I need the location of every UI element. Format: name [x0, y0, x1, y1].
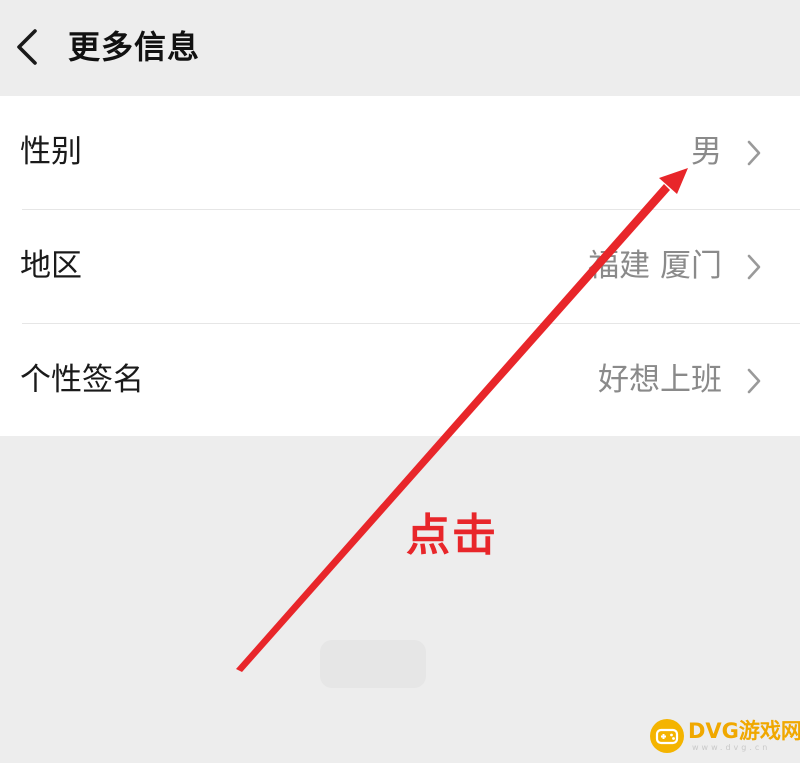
signature-value: 好想上班: [598, 362, 722, 398]
chevron-right-icon: [744, 138, 764, 168]
watermark-subtext: www.dvg.cn: [692, 743, 771, 752]
nav-bar: 更多信息: [0, 0, 800, 96]
region-row[interactable]: 地区 福建 厦门: [0, 210, 800, 323]
region-label: 地区: [20, 248, 82, 284]
page-title: 更多信息: [68, 28, 201, 66]
region-value: 福建 厦门: [588, 248, 722, 284]
back-button[interactable]: [8, 22, 52, 72]
gamepad-icon: [650, 719, 684, 753]
signature-label: 个性签名: [20, 362, 144, 398]
gender-label: 性别: [20, 134, 82, 170]
blurred-placeholder: [320, 640, 426, 688]
signature-row[interactable]: 个性签名 好想上班: [0, 324, 800, 437]
chevron-right-icon: [744, 252, 764, 282]
gender-value: 男: [691, 134, 722, 170]
gender-row[interactable]: 性别 男: [0, 96, 800, 209]
info-list: 性别 男 地区 福建 厦门 个性签名 好想上班: [0, 96, 800, 436]
site-watermark: DVG游戏网 www.dvg.cn: [648, 716, 800, 758]
annotation-label: 点击: [406, 510, 498, 561]
chevron-right-icon: [744, 366, 764, 396]
chevron-left-icon: [17, 29, 37, 65]
watermark-text: DVG游戏网: [688, 719, 800, 743]
